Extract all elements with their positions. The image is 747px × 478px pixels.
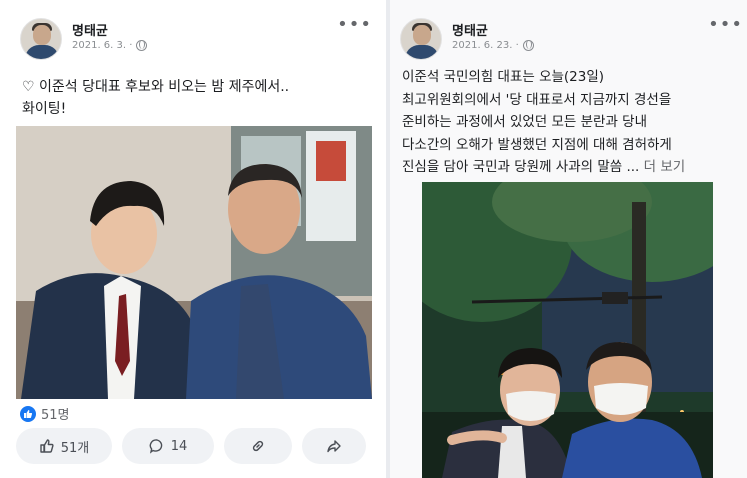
post-text: ♡ 이준석 당대표 후보와 비오는 밤 제주에서.. 화이팅! — [22, 76, 362, 120]
like-icon — [20, 405, 36, 422]
post-text-line: 준비하는 과정에서 있었던 모든 분란과 당내 — [402, 114, 648, 130]
post-text-line: 이준석 국민의힘 대표는 오늘(23일) — [402, 69, 605, 85]
like-button[interactable]: 51개 — [16, 428, 112, 464]
comment-count: 14 — [170, 438, 188, 454]
date-text: 2021. 6. 23. · — [452, 40, 519, 51]
copy-link-button[interactable] — [224, 428, 292, 464]
thumbs-up-icon — [40, 439, 54, 453]
link-icon — [252, 440, 264, 452]
share-icon — [327, 440, 341, 453]
reactions-summary[interactable]: 51명 — [20, 404, 70, 423]
comment-icon — [149, 439, 162, 454]
post-text-line: 진심을 담아 국민과 당원께 사과의 말씀 ... 더 보기 — [402, 156, 742, 179]
avatar[interactable] — [20, 18, 62, 60]
post-text-line: 다소간의 오해가 발생했던 지점에 대해 겸허하게 — [402, 136, 672, 153]
reaction-count: 51명 — [41, 408, 70, 423]
post-text-line: 최고위원회의에서 '당 대표로서 지금까지 경선을 — [402, 91, 672, 108]
like-count: 51개 — [60, 440, 90, 456]
avatar[interactable] — [400, 18, 442, 60]
post-date[interactable]: 2021. 6. 23. · — [452, 40, 534, 51]
author-name[interactable]: 명태균 — [72, 20, 108, 39]
facebook-post-right: 명태균 2021. 6. 23. · ••• 이준석 국민의힘 대표는 오늘(2… — [390, 0, 747, 478]
post-header: 명태균 2021. 6. 23. · ••• — [400, 14, 742, 66]
more-options-icon[interactable]: ••• — [337, 16, 372, 34]
photo-two-men — [16, 126, 372, 399]
post-photo[interactable] — [422, 182, 713, 478]
post-header: 명태균 2021. 6. 3. · ••• — [20, 14, 376, 66]
post-date[interactable]: 2021. 6. 3. · — [72, 40, 148, 51]
more-options-icon[interactable]: ••• — [708, 16, 743, 34]
post-photo[interactable] — [16, 126, 372, 399]
globe-icon — [136, 40, 148, 51]
author-name[interactable]: 명태균 — [452, 20, 488, 39]
globe-icon — [522, 40, 534, 51]
comment-button[interactable]: 14 — [122, 428, 214, 464]
screenshot-collage: 명태균 2021. 6. 3. · ••• ♡ 이준석 당대표 후보와 비오는 … — [0, 0, 747, 478]
share-button[interactable] — [302, 428, 366, 464]
post-text: 이준석 국민의힘 대표는 오늘(23일) 최고위원회의에서 '당 대표로서 지금… — [402, 66, 742, 179]
post-text-last: 진심을 담아 국민과 당원께 사과의 말씀 ... — [402, 159, 640, 175]
see-more-link[interactable]: 더 보기 — [644, 159, 686, 175]
post-text-line: ♡ 이준석 당대표 후보와 비오는 밤 제주에서.. — [22, 79, 290, 95]
facebook-post-left: 명태균 2021. 6. 3. · ••• ♡ 이준석 당대표 후보와 비오는 … — [0, 0, 386, 478]
photo-night-street — [422, 182, 713, 478]
action-bar: 51개 14 — [16, 428, 376, 468]
date-text: 2021. 6. 3. · — [72, 40, 133, 51]
post-text-line: 화이팅! — [22, 101, 67, 117]
